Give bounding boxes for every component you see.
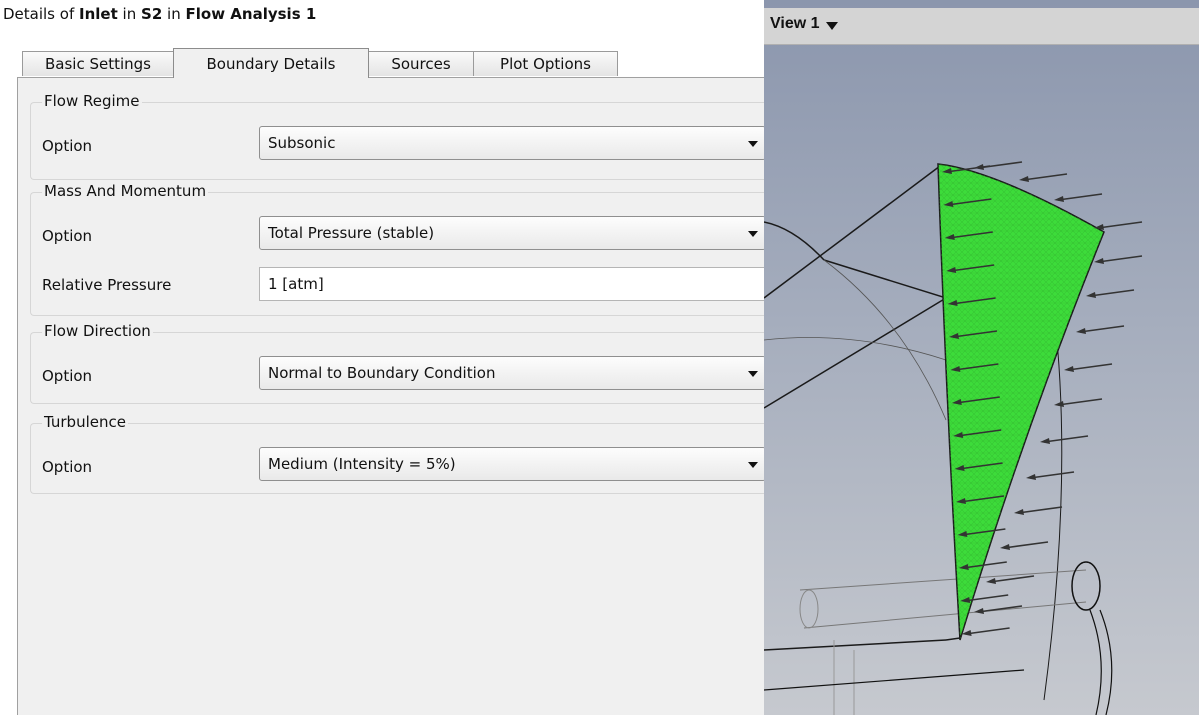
- flow-arrow-head: [1094, 258, 1104, 264]
- duct-mesh-line: [823, 259, 947, 421]
- flow-arrow-head: [974, 164, 984, 170]
- flow-arrow: [989, 575, 1035, 583]
- chevron-down-icon: [748, 462, 758, 468]
- flow-direction-option-select[interactable]: Normal to Boundary Condition: [259, 356, 766, 390]
- details-in-1: in: [122, 5, 137, 23]
- tab-basic-settings[interactable]: Basic Settings: [22, 51, 174, 76]
- tab-plot-options[interactable]: Plot Options: [473, 51, 618, 76]
- flow-arrow-head: [1086, 292, 1096, 298]
- flow-arrow: [1067, 363, 1113, 371]
- details-domain: S2: [141, 5, 163, 23]
- turbulence-option-label: Option: [42, 458, 93, 476]
- flow-arrow: [1017, 506, 1063, 514]
- flow-arrow-head: [1040, 438, 1050, 444]
- flow-arrow-head: [1014, 509, 1024, 515]
- flow-arrow-head: [1076, 328, 1086, 334]
- mass-momentum-option-label: Option: [42, 227, 93, 245]
- relative-pressure-input[interactable]: 1 [atm]: [259, 267, 766, 301]
- duct-arc-top: [764, 221, 825, 261]
- flow-arrow: [1089, 289, 1135, 297]
- mass-momentum-option-select[interactable]: Total Pressure (stable): [259, 216, 766, 250]
- flow-arrow-head: [1064, 366, 1074, 372]
- flow-direction-option-label: Option: [42, 367, 93, 385]
- chevron-down-icon: [748, 141, 758, 147]
- flow-arrow: [1079, 325, 1125, 333]
- flow-arrow: [977, 161, 1023, 169]
- pipe-geometry: [764, 561, 1113, 715]
- details-panel: Details of Inlet in S2 in Flow Analysis …: [0, 0, 766, 715]
- tab-strip: Basic Settings Boundary Details Sources …: [22, 48, 762, 78]
- flow-arrow-head: [1054, 401, 1064, 407]
- tab-boundary-details[interactable]: Boundary Details: [173, 48, 369, 78]
- flow-arrow-head: [1000, 544, 1010, 550]
- details-analysis: Flow Analysis 1: [185, 5, 317, 23]
- chevron-down-icon: [748, 231, 758, 237]
- flow-arrow: [1097, 221, 1143, 229]
- relative-pressure-value: 1 [atm]: [268, 275, 324, 293]
- flow-arrow: [1022, 173, 1068, 181]
- flow-direction-title: Flow Direction: [42, 322, 153, 340]
- flow-regime-option-value: Subsonic: [268, 134, 336, 152]
- flow-regime-title: Flow Regime: [42, 92, 142, 110]
- graphics-viewport[interactable]: View 1: [764, 0, 1199, 715]
- tab-content: Flow Regime Option Subsonic Mass And Mom…: [17, 77, 766, 715]
- flow-arrow: [1003, 541, 1049, 549]
- turbulence-option-value: Medium (Intensity = 5%): [268, 455, 456, 473]
- flow-arrow-head: [1019, 176, 1029, 182]
- duct-edge-bottom: [764, 639, 947, 651]
- details-title: Details of Inlet in S2 in Flow Analysis …: [3, 5, 316, 23]
- details-prefix: Details of: [3, 5, 75, 23]
- flow-arrow-head: [974, 608, 984, 614]
- mass-momentum-group: Mass And Momentum Option Total Pressure …: [30, 182, 766, 316]
- mass-momentum-option-value: Total Pressure (stable): [268, 224, 435, 242]
- tab-sources[interactable]: Sources: [368, 51, 474, 76]
- flow-regime-group: Flow Regime Option Subsonic: [30, 92, 766, 180]
- flow-arrow: [1043, 435, 1089, 443]
- details-in-2: in: [167, 5, 181, 23]
- flow-arrow-head: [1054, 196, 1064, 202]
- turbulence-option-select[interactable]: Medium (Intensity = 5%): [259, 447, 766, 481]
- duct-edge-side: [823, 165, 947, 300]
- chevron-down-icon: [748, 371, 758, 377]
- duct-edge-lower: [764, 297, 947, 409]
- viewport-scene[interactable]: [764, 0, 1199, 715]
- flow-arrow: [1057, 193, 1103, 201]
- flow-direction-group: Flow Direction Option Normal to Boundary…: [30, 322, 766, 404]
- flow-regime-option-label: Option: [42, 137, 93, 155]
- view-label[interactable]: View 1: [770, 15, 820, 33]
- flow-arrow: [1097, 255, 1143, 263]
- flow-arrow-head: [986, 578, 996, 584]
- view-header[interactable]: View 1: [764, 8, 1199, 45]
- mass-momentum-title: Mass And Momentum: [42, 182, 209, 200]
- duct-mesh-line-2: [764, 337, 947, 361]
- flow-arrow: [1057, 398, 1103, 406]
- details-object: Inlet: [79, 5, 118, 23]
- flow-arrow: [965, 627, 1010, 635]
- turbulence-group: Turbulence Option Medium (Intensity = 5%…: [30, 413, 766, 494]
- flow-arrow: [1029, 471, 1075, 479]
- relative-pressure-label: Relative Pressure: [42, 276, 172, 294]
- flow-arrow-head: [1026, 474, 1036, 480]
- turbulence-title: Turbulence: [42, 413, 128, 431]
- triangle-down-icon[interactable]: [826, 22, 838, 30]
- flow-direction-option-value: Normal to Boundary Condition: [268, 364, 496, 382]
- flow-regime-option-select[interactable]: Subsonic: [259, 126, 766, 160]
